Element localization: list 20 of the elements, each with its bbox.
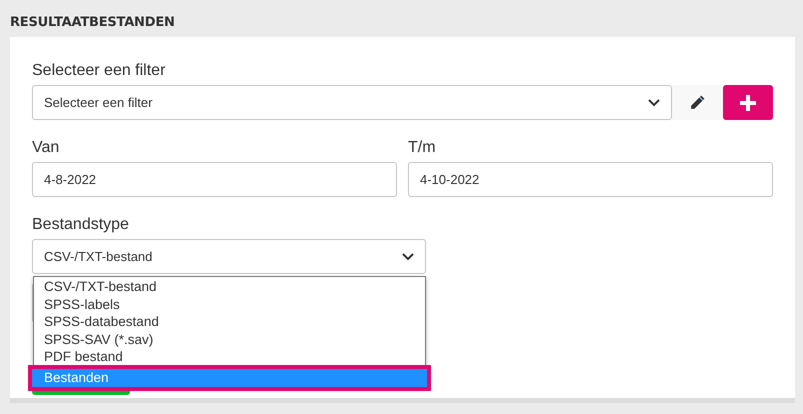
plus-icon <box>740 94 756 110</box>
edit-button[interactable] <box>672 85 723 120</box>
filter-select[interactable]: Selecteer een filter <box>32 85 672 120</box>
date-to-field[interactable]: 4-10-2022 <box>408 162 773 197</box>
field-label: Van <box>32 138 60 158</box>
field-label: Selecteer een filter <box>32 61 166 81</box>
add-button[interactable] <box>723 85 773 120</box>
date-from-field[interactable]: 4-8-2022 <box>32 162 397 197</box>
dropdown-option[interactable]: PDF bestand <box>34 348 425 366</box>
dropdown-option[interactable]: SPSS-databestand <box>34 313 425 331</box>
pencil-icon <box>689 94 706 111</box>
file-type-select[interactable]: CSV-/TXT-bestand <box>32 239 426 274</box>
chevron-icon <box>648 98 660 106</box>
dropdown-option[interactable]: CSV-/TXT-bestand <box>34 278 425 296</box>
field-label: Bestandstype <box>32 215 129 235</box>
dropdown-option[interactable]: SPSS-SAV (*.sav) <box>34 330 425 348</box>
dropdown-option[interactable]: SPSS-labels <box>34 296 425 314</box>
chevron-icon <box>402 252 414 260</box>
field-label: T/m <box>408 138 436 158</box>
section-title: RESULTAATBESTANDEN <box>9 14 176 32</box>
